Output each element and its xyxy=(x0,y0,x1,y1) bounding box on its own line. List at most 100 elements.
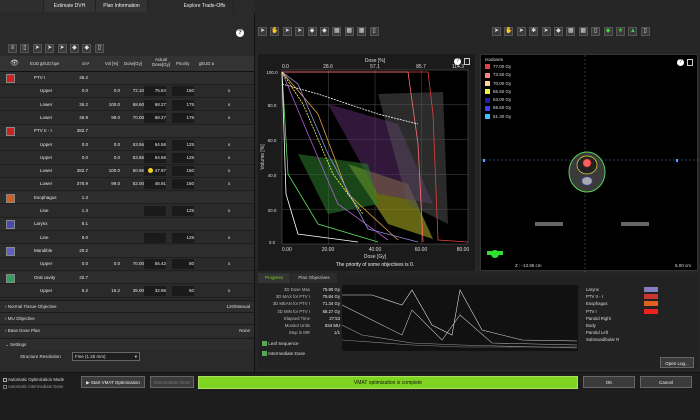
cell-dose[interactable]: 50.96 xyxy=(122,165,144,177)
page-icon[interactable] xyxy=(464,58,470,65)
pointer-icon-2[interactable]: ➤ xyxy=(295,27,305,36)
structure-row[interactable]: PTV II - I 382.7 xyxy=(0,125,254,138)
structure-color-icon[interactable] xyxy=(6,74,15,83)
tab-blank[interactable] xyxy=(0,0,44,12)
intermediate-dose-check[interactable]: Intermediate Dose xyxy=(262,351,305,357)
cell-geud[interactable]: x xyxy=(228,285,230,297)
cell-vol[interactable] xyxy=(98,125,120,137)
isodose-swatch[interactable] xyxy=(485,64,490,70)
cell-priority[interactable]: 150 xyxy=(172,166,194,177)
tab-plan-objectives[interactable]: Plan Objectives xyxy=(291,273,337,283)
cell-vol[interactable] xyxy=(98,232,120,244)
structure-row[interactable]: Oral cavity 32.7 xyxy=(0,271,254,285)
cell-vol[interactable]: 0.0 xyxy=(98,152,120,164)
isodose-swatch[interactable] xyxy=(485,89,490,95)
pointer-icon[interactable]: ➤ xyxy=(32,44,42,53)
cell-geud[interactable]: x xyxy=(228,99,230,111)
isodose-item[interactable]: 77.00 Gy xyxy=(485,63,545,71)
cell-vol[interactable]: 16.2 xyxy=(98,285,120,297)
checker-icon-3[interactable]: ▦ xyxy=(357,27,367,36)
structure-color-icon[interactable] xyxy=(6,220,15,230)
objective-row[interactable]: Upper 5.2 16.2 35.00 32.96 50 x xyxy=(0,284,254,298)
isodose-item[interactable]: 59.50 Gy xyxy=(485,104,545,112)
isodose-swatch[interactable] xyxy=(485,114,490,120)
cell-cm3[interactable]: 0.0 xyxy=(66,85,88,97)
cell-geud[interactable]: x xyxy=(228,112,230,124)
cell-vol[interactable]: 0.0 xyxy=(98,85,120,97)
diamond-icon[interactable]: ◆ xyxy=(307,27,317,36)
green-shape-icon[interactable]: ◆ xyxy=(603,27,613,36)
structure-resolution-select[interactable]: Fine (1.25 mm) ▾ xyxy=(72,352,140,361)
cell-cm3[interactable]: 378.9 xyxy=(66,178,88,190)
section-settings[interactable]: ⌄ Settings xyxy=(0,338,254,350)
cell-cm3[interactable]: 0.0 xyxy=(66,152,88,164)
cancel-button[interactable]: Cancel xyxy=(640,376,692,388)
cell-priority[interactable] xyxy=(172,73,194,83)
hand-icon[interactable]: ✋ xyxy=(270,27,280,36)
cell-vol[interactable]: 99.0 xyxy=(98,112,120,124)
cell-priority[interactable]: 150 xyxy=(172,86,194,97)
pointer-icon[interactable]: ➤ xyxy=(282,27,292,36)
cell-cm3[interactable]: 32.7 xyxy=(66,272,88,284)
auto-int-dose[interactable]: Automatic Intermediate Dose xyxy=(3,384,63,389)
cell-dose[interactable] xyxy=(122,205,144,217)
objective-row[interactable]: Upper 0.0 0.0 53.56 64.56 125 x xyxy=(0,151,254,165)
tab-plan-information[interactable]: Plan Information xyxy=(96,0,148,12)
cell-vol[interactable] xyxy=(98,245,120,257)
cell-dose[interactable] xyxy=(122,245,144,257)
cell-vol[interactable] xyxy=(98,205,120,217)
cell-geud[interactable]: x xyxy=(228,152,230,164)
structure-row[interactable]: Mandible 20.2 xyxy=(0,244,254,258)
cell-vol[interactable]: 100.0 xyxy=(98,99,120,111)
structure-color-icon[interactable] xyxy=(6,193,15,203)
image-view[interactable]: Isodoses 77.00 Gy 73.50 Gy 70.00 Gy 66.50 G… xyxy=(480,54,699,272)
cell-cm3[interactable]: 35.9 xyxy=(66,112,88,124)
select-arrow-icon[interactable]: ➤ xyxy=(258,27,267,36)
page-icon[interactable]: ▯ xyxy=(591,27,601,36)
cell-dose[interactable] xyxy=(122,72,144,84)
cell-dose[interactable] xyxy=(122,192,144,204)
hand-icon[interactable]: ✋ xyxy=(504,27,514,36)
isodose-item[interactable]: 70.00 Gy xyxy=(485,80,545,88)
cell-dose[interactable]: 68.60 xyxy=(122,99,144,111)
cell-priority[interactable]: 125 xyxy=(172,139,194,150)
objective-row[interactable]: Lower 35.9 99.0 70.00 68.27 175 x xyxy=(0,111,254,125)
objective-row[interactable]: Lower 382.7 100.0 50.96 47.97 150 x xyxy=(0,165,254,178)
ok-button[interactable]: OK xyxy=(583,376,635,388)
objective-row[interactable]: Upper 0.0 0.0 72.10 75.84 150 x xyxy=(0,85,254,99)
intermediate-dose-button[interactable]: Intermediate Dose xyxy=(150,376,194,388)
cell-dose[interactable]: 53.56 xyxy=(122,152,144,164)
page-icon[interactable] xyxy=(687,59,693,66)
page-icon[interactable]: ▯ xyxy=(369,27,379,36)
list-icon[interactable]: ≡ xyxy=(8,44,17,53)
star-icon[interactable]: ✱ xyxy=(529,27,539,36)
cell-geud[interactable]: x xyxy=(228,165,230,177)
cell-dose[interactable] xyxy=(122,125,144,137)
isodose-swatch[interactable] xyxy=(485,105,490,111)
cell-vol[interactable]: 99.0 xyxy=(98,178,120,190)
cell-priority[interactable] xyxy=(172,126,194,136)
cell-cm3[interactable]: 5.2 xyxy=(66,285,88,297)
help-icon[interactable]: ? xyxy=(677,59,684,66)
isodose-item[interactable]: 51.30 Gy xyxy=(485,113,545,121)
open-log-button[interactable]: Open Log... xyxy=(660,357,694,368)
page-icon-2[interactable]: ▯ xyxy=(94,44,104,53)
isodose-item[interactable]: 63.00 Gy xyxy=(485,96,545,104)
structure-row[interactable]: Esophagus 1.3 xyxy=(0,191,254,205)
checker-icon[interactable]: ▦ xyxy=(566,27,576,36)
pointer-icon-3[interactable]: ➤ xyxy=(57,44,67,53)
cell-priority[interactable] xyxy=(172,246,194,256)
objective-row[interactable]: Line 1.3 125 x xyxy=(0,205,254,218)
structure-color-icon[interactable] xyxy=(6,127,15,137)
cell-vol[interactable]: 0.0 xyxy=(98,258,120,270)
cell-dose[interactable] xyxy=(122,232,144,244)
objective-row[interactable]: Upper 0.0 0.0 70.00 55.42 50 x xyxy=(0,258,254,271)
cell-dose[interactable]: 70.00 xyxy=(122,258,144,270)
structure-row[interactable]: Larynx 8.1 xyxy=(0,218,254,232)
cell-cm3[interactable]: 382.7 xyxy=(66,165,88,177)
help-icon[interactable]: ? xyxy=(454,58,461,65)
start-vmat-button[interactable]: ▶ Start VMAT Optimization xyxy=(81,376,145,388)
isodose-item[interactable]: 73.50 Gy xyxy=(485,71,545,79)
cell-priority[interactable]: 125 xyxy=(172,206,194,216)
cell-cm3[interactable]: 8.0 xyxy=(66,232,88,244)
